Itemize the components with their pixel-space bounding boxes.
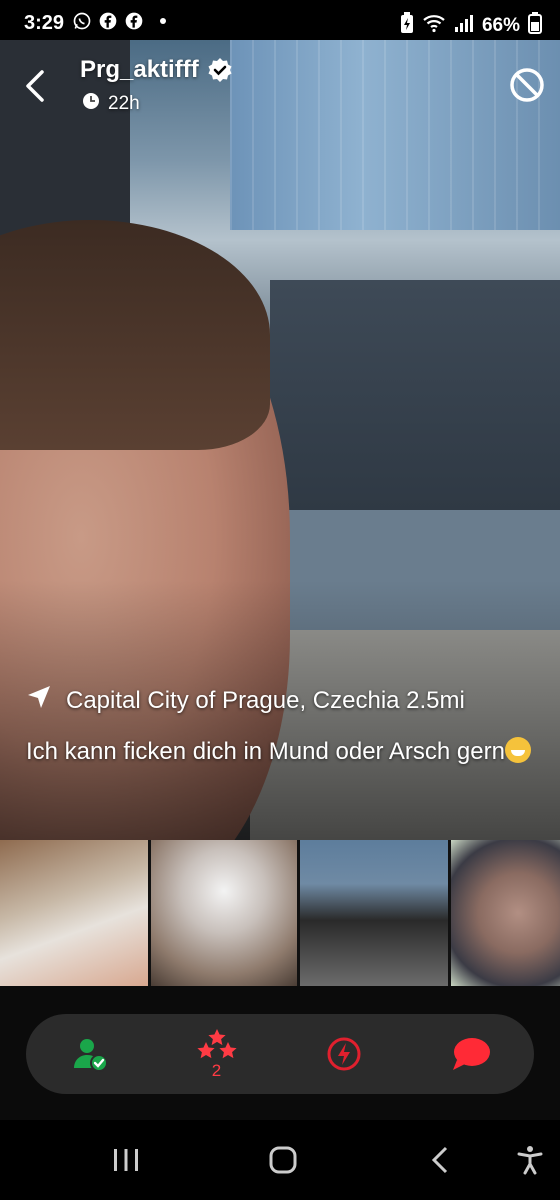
status-right-icons: 66% (400, 12, 542, 40)
username-text: Prg_aktifff (80, 56, 199, 83)
location-text: Capital City of Prague, Czechia 2.5mi (66, 686, 465, 714)
accessibility-icon (517, 1146, 543, 1175)
last-seen: 22h (82, 92, 140, 116)
person-check-icon (73, 1039, 108, 1072)
profile-username: Prg_aktifff (80, 56, 233, 84)
chevron-left-icon (26, 70, 44, 102)
flash-button[interactable] (314, 1024, 374, 1084)
profile-photo[interactable] (0, 40, 560, 840)
photo-thumb-3[interactable] (300, 840, 448, 986)
photo-thumb-1[interactable] (0, 840, 148, 986)
nav-back-button[interactable] (420, 1140, 460, 1180)
home-icon (269, 1146, 297, 1174)
verified-badge-icon (207, 57, 233, 83)
favorite-button[interactable]: 2 (187, 1024, 247, 1084)
facebook-icon (98, 11, 118, 31)
home-button[interactable] (263, 1140, 303, 1180)
chat-bubble-icon (452, 1038, 490, 1070)
add-friend-button[interactable] (60, 1024, 120, 1084)
recent-apps-button[interactable] (106, 1140, 146, 1180)
photo-hair (0, 220, 270, 450)
status-left-icons (72, 11, 166, 31)
message-button[interactable] (441, 1024, 501, 1084)
photo-thumb-4[interactable] (451, 840, 560, 986)
battery-saver-icon (400, 12, 414, 40)
accessibility-button[interactable] (510, 1140, 550, 1180)
battery-icon (528, 12, 542, 40)
block-icon (510, 68, 544, 102)
back-icon (431, 1146, 448, 1174)
caption-text: Ich kann ficken dich in Mund oder Arsch … (26, 738, 505, 765)
wifi-icon (422, 13, 446, 39)
photo-thumb-2[interactable] (151, 840, 297, 986)
recent-apps-icon (114, 1149, 138, 1171)
photo-background-floor (270, 280, 560, 510)
signal-icon (454, 14, 474, 38)
profile-caption: Ich kann ficken dich in Mund oder Arsch … (26, 734, 546, 770)
notification-dot (160, 18, 166, 24)
facebook-icon (124, 11, 144, 31)
system-nav-bar (0, 1120, 560, 1200)
block-button[interactable] (508, 66, 546, 104)
lightning-circle-icon (327, 1037, 360, 1071)
stars-icon (196, 1028, 237, 1058)
status-time: 3:29 (24, 12, 65, 34)
grinning-sweat-emoji-icon (504, 737, 531, 763)
profile-location: Capital City of Prague, Czechia 2.5mi (26, 684, 465, 717)
location-arrow-icon (26, 684, 52, 717)
whatsapp-icon (72, 11, 92, 31)
photo-thumbnails (0, 840, 560, 986)
battery-percent: 66% (481, 15, 520, 36)
last-seen-text: 22h (108, 93, 140, 114)
clock-icon (82, 92, 100, 116)
action-bar: 2 (26, 1014, 534, 1094)
favorite-count: 2 (211, 1060, 222, 1080)
back-button[interactable] (18, 66, 52, 106)
